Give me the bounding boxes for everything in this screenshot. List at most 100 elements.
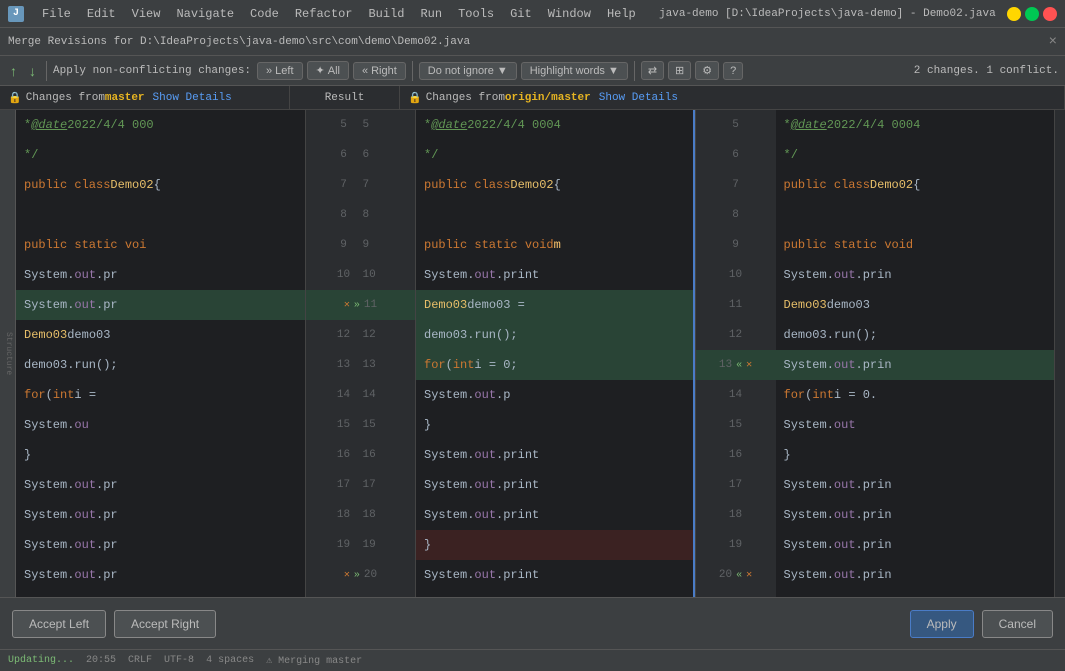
result-line-11: } bbox=[416, 410, 695, 440]
right-line-1: * @date 2022/4/4 0004 bbox=[776, 110, 1055, 140]
line-num-15: 1515 bbox=[306, 410, 415, 440]
menu-refactor[interactable]: Refactor bbox=[287, 5, 361, 23]
double-arrow-left-icon: » bbox=[266, 65, 272, 77]
left-show-details[interactable]: Show Details bbox=[153, 92, 232, 104]
menu-view[interactable]: View bbox=[124, 5, 169, 23]
highlight-words-button[interactable]: Highlight words ▼ bbox=[521, 62, 628, 80]
right-line-numbers: 5 6 7 8 9 10 11 12 13 « ✕ 14 15 16 17 18… bbox=[696, 110, 776, 597]
menu-code[interactable]: Code bbox=[242, 5, 287, 23]
line-num-10: 1010 bbox=[306, 260, 415, 290]
arrow-left-20[interactable]: « bbox=[736, 570, 742, 581]
result-line-4 bbox=[416, 200, 695, 230]
apply-left-button[interactable]: » Left bbox=[257, 62, 302, 80]
arrow-left-13[interactable]: « bbox=[736, 360, 742, 371]
right-line-5: public static void bbox=[776, 230, 1055, 260]
arrow-right-20[interactable]: » bbox=[354, 570, 360, 581]
result-line-10: System.out.p bbox=[416, 380, 695, 410]
right-col-header: 🔒 Changes from origin/master Show Detail… bbox=[400, 86, 1065, 109]
apply-button[interactable]: Apply bbox=[910, 610, 974, 638]
status-indent: 4 spaces bbox=[206, 655, 254, 666]
apply-right-button[interactable]: « Right bbox=[353, 62, 406, 80]
toolbar-sep-3 bbox=[634, 61, 635, 81]
result-line-15: } bbox=[416, 530, 695, 560]
ignore-dropdown[interactable]: Do not ignore ▼ bbox=[419, 62, 517, 80]
settings-gear-button[interactable]: ⚙ bbox=[695, 61, 719, 80]
status-position: 20:55 bbox=[86, 655, 116, 666]
status-merging: ⚠ Merging master bbox=[266, 655, 362, 667]
menu-git[interactable]: Git bbox=[502, 5, 540, 23]
highlight-words-label: Highlight words bbox=[530, 65, 605, 77]
left-line-15: System.out.pr bbox=[16, 530, 305, 560]
line-num-20: ✕ » 20 bbox=[306, 560, 415, 590]
close-button[interactable] bbox=[1043, 7, 1057, 21]
activity-bar: Structure Commit Bookmarks bbox=[0, 110, 16, 597]
accept-left-button[interactable]: Accept Left bbox=[12, 610, 106, 638]
right-line-9: System.out.prin bbox=[776, 350, 1055, 380]
line-num-5: 55 bbox=[306, 110, 415, 140]
menu-run[interactable]: Run bbox=[412, 5, 450, 23]
ignore-dropdown-label: Do not ignore bbox=[428, 65, 494, 77]
result-line-8: demo03.run(); bbox=[416, 320, 695, 350]
result-right-border bbox=[693, 110, 695, 597]
menu-edit[interactable]: Edit bbox=[79, 5, 124, 23]
accept-right-button[interactable]: Accept Right bbox=[114, 610, 216, 638]
right-branch-prefix: Changes from bbox=[426, 92, 505, 104]
result-line-7: Demo03 demo03 = bbox=[416, 290, 695, 320]
status-charset: UTF-8 bbox=[164, 655, 194, 666]
sync-scroll-button[interactable]: ⇄ bbox=[641, 61, 664, 80]
result-line-6: System.out.print bbox=[416, 260, 695, 290]
cancel-button[interactable]: Cancel bbox=[982, 610, 1053, 638]
conflict-x-right-20[interactable]: ✕ bbox=[746, 569, 752, 581]
side-by-side-button[interactable]: ⊞ bbox=[668, 61, 691, 80]
right-num-12: 12 bbox=[696, 320, 776, 350]
left-editor-panel: * @date 2022/4/4 000 */ public class Dem… bbox=[16, 110, 306, 597]
apply-nonconflicting-label: Apply non-conflicting changes: bbox=[53, 65, 251, 77]
menu-build[interactable]: Build bbox=[360, 5, 412, 23]
conflict-x-left-20[interactable]: ✕ bbox=[344, 569, 350, 581]
maximize-button[interactable] bbox=[1025, 7, 1039, 21]
right-show-details[interactable]: Show Details bbox=[599, 92, 678, 104]
line-num-12: 1212 bbox=[306, 320, 415, 350]
conflict-x-right-13[interactable]: ✕ bbox=[746, 359, 752, 371]
result-editor-panel[interactable]: * @date 2022/4/4 0004 */ public class De… bbox=[416, 110, 696, 597]
conflict-x-left-11[interactable]: ✕ bbox=[344, 299, 350, 311]
right-line-11: System.out bbox=[776, 410, 1055, 440]
left-line-10: for (int i = bbox=[16, 380, 305, 410]
left-line-11: System.ou bbox=[16, 410, 305, 440]
double-arrow-right-icon: « bbox=[362, 65, 368, 77]
title-bar: J File Edit View Navigate Code Refactor … bbox=[0, 0, 1065, 28]
next-change-button[interactable]: ↓ bbox=[25, 61, 40, 81]
merge-header: Merge Revisions for D:\IdeaProjects\java… bbox=[0, 28, 1065, 56]
left-line-9: demo03.run(); bbox=[16, 350, 305, 380]
help-button[interactable]: ? bbox=[723, 62, 743, 80]
apply-all-button[interactable]: ✦ All bbox=[307, 61, 349, 80]
right-line-3: public class Demo02 { bbox=[776, 170, 1055, 200]
menu-help[interactable]: Help bbox=[599, 5, 644, 23]
menu-navigate[interactable]: Navigate bbox=[168, 5, 242, 23]
left-line-16: System.out.pr bbox=[16, 560, 305, 590]
right-line-6: System.out.prin bbox=[776, 260, 1055, 290]
prev-change-button[interactable]: ↑ bbox=[6, 61, 21, 81]
scrollbar[interactable] bbox=[1055, 110, 1065, 597]
arrow-right-11[interactable]: » bbox=[354, 300, 360, 311]
right-lock-icon: 🔒 bbox=[408, 91, 422, 105]
line-num-7: 77 bbox=[306, 170, 415, 200]
left-line-1: * @date 2022/4/4 000 bbox=[16, 110, 305, 140]
merge-header-close[interactable]: × bbox=[1049, 34, 1057, 50]
status-encoding: CRLF bbox=[128, 655, 152, 666]
menu-window[interactable]: Window bbox=[540, 5, 599, 23]
right-line-8: demo03.run(); bbox=[776, 320, 1055, 350]
right-line-15: System.out.prin bbox=[776, 530, 1055, 560]
result-line-5: public static void m bbox=[416, 230, 695, 260]
menu-tools[interactable]: Tools bbox=[450, 5, 502, 23]
star-icon: ✦ bbox=[316, 64, 325, 77]
window-controls bbox=[1007, 7, 1057, 21]
right-num-5: 5 bbox=[696, 110, 776, 140]
right-line-2: */ bbox=[776, 140, 1055, 170]
right-num-13: 13 « ✕ bbox=[696, 350, 776, 380]
left-branch-name: master bbox=[105, 92, 145, 104]
line-num-17: 1717 bbox=[306, 470, 415, 500]
menu-file[interactable]: File bbox=[34, 5, 79, 23]
minimize-button[interactable] bbox=[1007, 7, 1021, 21]
status-bar: Updating... 20:55 CRLF UTF-8 4 spaces ⚠ … bbox=[0, 649, 1065, 671]
